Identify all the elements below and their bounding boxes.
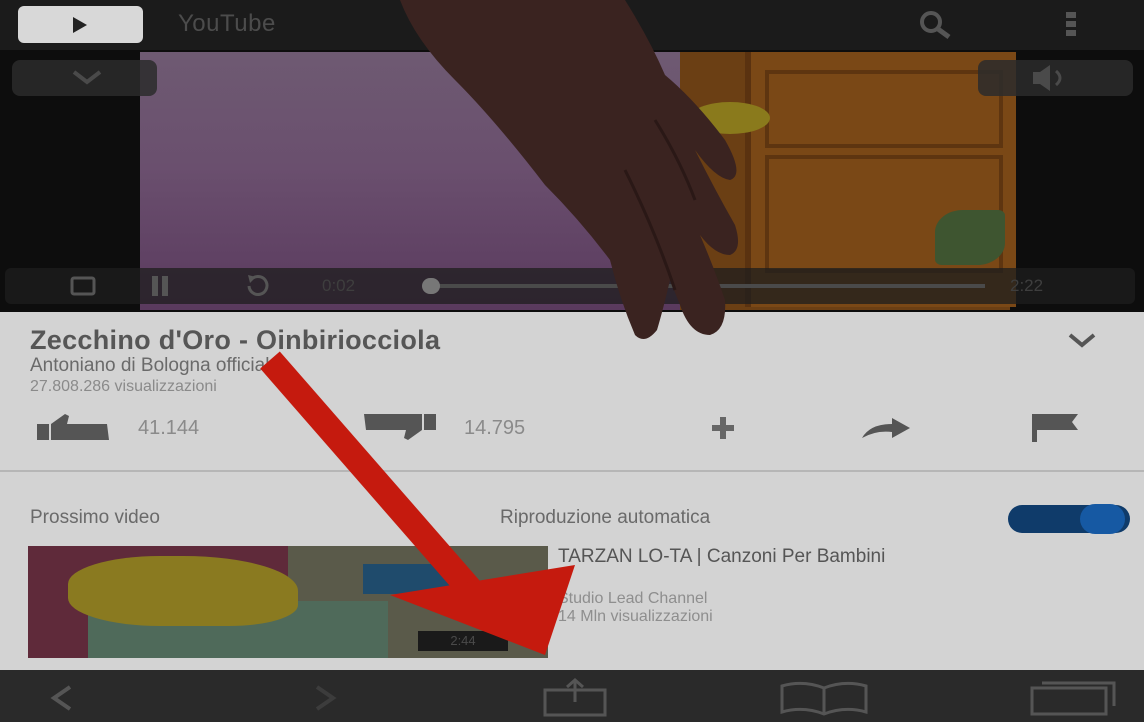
collapse-player-button[interactable] [12,60,157,96]
forward-icon[interactable] [305,684,345,712]
current-time: 0:02 [322,276,356,295]
replay-icon[interactable] [243,273,273,299]
video-duration: 2:22 [1010,276,1044,295]
like-count: 41.144 [138,417,200,439]
share-icon[interactable] [858,418,914,440]
bookmarks-icon[interactable] [778,680,870,716]
view-count: 27.808.286 visualizzazioni [30,378,217,395]
volume-button[interactable] [978,60,1133,96]
up-next-label: Prossimo video [30,507,160,528]
chevron-down-icon [72,70,102,85]
pause-icon[interactable] [150,274,170,298]
tabs-icon[interactable] [1028,680,1120,716]
autoplay-toggle-knob [1080,504,1125,534]
expand-description-icon[interactable] [1065,330,1099,350]
flag-icon[interactable] [1028,412,1084,442]
search-icon[interactable] [918,10,952,40]
back-icon[interactable] [40,684,80,712]
youtube-logo-icon[interactable] [18,6,143,43]
thumbs-up-icon[interactable] [35,412,115,442]
brand-name: YouTube [178,10,276,37]
channel-name[interactable]: Antoniano di Bologna official [30,355,269,377]
red-arrow-annotation [260,351,575,655]
next-video-title[interactable]: TARZAN LO-TA | Canzoni Per Bambini [558,545,1038,568]
hand-photo [400,0,739,339]
speaker-icon [1033,65,1062,91]
add-to-playlist-icon[interactable] [700,415,746,441]
more-vert-icon[interactable] [1060,10,1082,38]
door-panel [765,70,1003,148]
share-icon[interactable] [540,678,610,718]
cast-icon[interactable] [70,275,96,297]
plant-illustration [935,210,1005,265]
